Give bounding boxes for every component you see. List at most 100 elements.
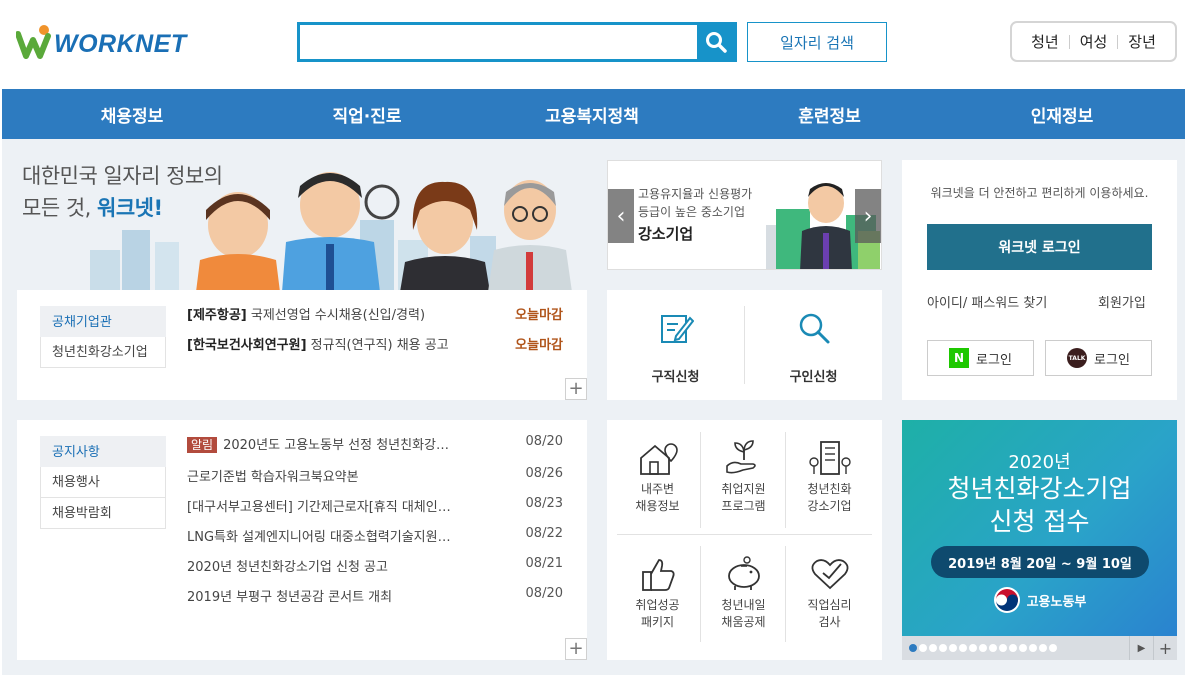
service-label: 채움공제 xyxy=(721,615,766,629)
banner-prev-button[interactable]: ‹ xyxy=(608,189,634,243)
search-input[interactable] xyxy=(300,25,698,59)
nav-item-recruitment[interactable]: 채용정보 xyxy=(2,102,262,127)
signup-link[interactable]: 회원가입 xyxy=(1098,292,1146,311)
news-item[interactable]: [대구서부고용센터] 기간제근로자[휴직 대체인… 08/23 xyxy=(187,496,563,515)
service-success-package[interactable]: 취업성공 패키지 xyxy=(615,556,700,631)
find-id-password-link[interactable]: 아이디/ 패스워드 찾기 xyxy=(927,292,1047,311)
promo-dot[interactable] xyxy=(989,644,997,652)
service-label: 취업지원 xyxy=(721,482,766,496)
tab-youth-friendly-sme[interactable]: 청년친화강소기업 xyxy=(40,337,166,368)
job-seek-apply-button[interactable]: 구직신청 xyxy=(607,310,744,385)
service-label: 청년친화 xyxy=(807,482,852,496)
promo-dot[interactable] xyxy=(1039,644,1047,652)
service-nearby-jobs[interactable]: 내주변 채용정보 xyxy=(615,440,700,515)
tab-job-fairs[interactable]: 채용박람회 xyxy=(40,498,166,529)
promo-dot[interactable] xyxy=(909,644,917,652)
service-label: 채용정보 xyxy=(635,499,680,513)
banner-title: 강소기업 xyxy=(638,225,694,243)
search-box xyxy=(297,22,737,62)
search-button[interactable] xyxy=(697,25,734,59)
notice-tabs: 공지사항 채용행사 채용박람회 xyxy=(40,436,166,529)
news-title: 2020년도 고용노동부 선정 청년친화강… xyxy=(223,438,450,453)
promo-dot[interactable] xyxy=(1019,644,1027,652)
more-jobs-button[interactable]: + xyxy=(565,378,587,400)
promo-dot[interactable] xyxy=(999,644,1007,652)
quick-link-youth[interactable]: 청년 xyxy=(1031,31,1059,52)
tab-public-recruitment[interactable]: 공채기업관 xyxy=(40,306,166,337)
banner-line-1: 고용유지율과 신용평가 xyxy=(638,187,753,201)
job-title: 국제선영업 수시채용(신입/경력) xyxy=(250,308,426,323)
job-row-text: [한국보건사회연구원] 정규직(연구직) 채용 공고 xyxy=(187,334,449,353)
service-label: 프로그램 xyxy=(721,499,766,513)
promo-title: 청년친화강소기업 신청 접수 xyxy=(902,472,1177,538)
promo-dot[interactable] xyxy=(969,644,977,652)
magnifier-icon xyxy=(799,313,829,344)
nav-item-welfare-policy[interactable]: 고용복지정책 xyxy=(472,102,712,127)
worknet-logo[interactable]: WORKNET xyxy=(16,22,186,62)
service-employment-program[interactable]: 취업지원 프로그램 xyxy=(701,440,786,515)
promo-pager: ▶ + xyxy=(902,636,1177,660)
job-row-text: [제주항공] 국제선영업 수시채용(신입/경력) xyxy=(187,304,425,323)
worknet-login-button[interactable]: 워크넷 로그인 xyxy=(927,224,1152,270)
main-nav: 채용정보 직업·진로 고용복지정책 훈련정보 인재정보 xyxy=(2,89,1185,139)
tab-hiring-events[interactable]: 채용행사 xyxy=(40,467,166,498)
quick-links: 청년 여성 장년 xyxy=(1010,21,1177,62)
promo-dot[interactable] xyxy=(919,644,927,652)
job-search-button[interactable]: 일자리 검색 xyxy=(747,22,887,62)
job-offer-apply-button[interactable]: 구인신청 xyxy=(745,310,882,385)
banner-next-button[interactable]: › xyxy=(855,189,881,243)
promo-dot[interactable] xyxy=(939,644,947,652)
kakao-login-button[interactable]: TALK 로그인 xyxy=(1045,340,1152,376)
promo-dot[interactable] xyxy=(979,644,987,652)
promo-dot[interactable] xyxy=(959,644,967,652)
notice-badge: 알림 xyxy=(187,437,218,453)
building-icon xyxy=(808,441,851,475)
service-grid-panel: 내주변 채용정보 취업지원 프로그램 청년친화 강소기업 취업성공 패키지 청년… xyxy=(607,420,882,660)
promo-banner[interactable]: 2020년 청년친화강소기업 신청 접수 2019년 8월 20일 ~ 9월 1… xyxy=(902,420,1177,660)
logo-mark-icon xyxy=(16,25,51,59)
news-item[interactable]: LNG특화 설계엔지니어링 대중소협력기술지원… 08/22 xyxy=(187,526,563,545)
news-title: LNG특화 설계엔지니어링 대중소협력기술지원… xyxy=(187,530,451,545)
promo-org: 고용노동부 xyxy=(902,586,1177,614)
more-notices-button[interactable]: + xyxy=(565,638,587,660)
thumbs-up-icon xyxy=(641,559,675,591)
promo-dot[interactable] xyxy=(1029,644,1037,652)
news-item[interactable]: 2019년 부평구 청년공감 콘서트 개최 08/20 xyxy=(187,586,563,605)
divider xyxy=(617,534,872,535)
job-title: 정규직(연구직) 채용 공고 xyxy=(310,338,449,353)
news-item[interactable]: 2020년 청년친화강소기업 신청 공고 08/21 xyxy=(187,556,563,575)
job-deadline: 오늘마감 xyxy=(515,338,563,353)
news-date: 08/22 xyxy=(525,526,563,541)
service-label: 검사 xyxy=(818,615,841,629)
promo-dot[interactable] xyxy=(949,644,957,652)
service-youth-deduction[interactable]: 청년내일 채움공제 xyxy=(701,556,786,631)
news-item[interactable]: 근로기준법 학습자워크북요약본 08/26 xyxy=(187,466,563,485)
promo-dot[interactable] xyxy=(1049,644,1057,652)
job-deadline: 오늘마감 xyxy=(515,308,563,323)
news-title: [대구서부고용센터] 기간제근로자[휴직 대체인… xyxy=(187,500,451,515)
tab-notices[interactable]: 공지사항 xyxy=(40,436,166,467)
news-title-wrap: 알림 2020년도 고용노동부 선정 청년친화강… xyxy=(187,434,507,453)
promo-play-button[interactable]: ▶ xyxy=(1129,636,1153,660)
kakao-talk-icon: TALK xyxy=(1067,348,1088,368)
service-label: 강소기업 xyxy=(807,499,852,513)
strong-sme-banner[interactable]: 고용유지율과 신용평가 등급이 높은 중소기업 강소기업 ‹ › xyxy=(607,160,882,270)
promo-dot[interactable] xyxy=(1009,644,1017,652)
job-seek-label: 구직신청 xyxy=(651,370,700,385)
quick-link-senior[interactable]: 장년 xyxy=(1128,31,1156,52)
service-label: 직업심리 xyxy=(807,598,852,612)
promo-dot[interactable] xyxy=(929,644,937,652)
nav-item-training[interactable]: 훈련정보 xyxy=(712,102,947,127)
service-psych-test[interactable]: 직업심리 검사 xyxy=(787,556,872,631)
nav-item-talent[interactable]: 인재정보 xyxy=(947,102,1177,127)
job-row[interactable]: [한국보건사회연구원] 정규직(연구직) 채용 공고 오늘마감 xyxy=(187,334,563,353)
news-item[interactable]: 알림 2020년도 고용노동부 선정 청년친화강… 08/20 xyxy=(187,434,563,453)
job-row[interactable]: [제주항공] 국제선영업 수시채용(신입/경력) 오늘마감 xyxy=(187,304,563,323)
piggy-bank-icon xyxy=(727,556,760,590)
promo-more-button[interactable]: + xyxy=(1153,636,1177,660)
naver-login-button[interactable]: N 로그인 xyxy=(927,340,1034,376)
quick-link-women[interactable]: 여성 xyxy=(1080,31,1108,52)
service-youth-friendly-sme[interactable]: 청년친화 강소기업 xyxy=(787,440,872,515)
nav-item-career[interactable]: 직업·진로 xyxy=(262,102,472,127)
naver-icon: N xyxy=(949,348,970,368)
